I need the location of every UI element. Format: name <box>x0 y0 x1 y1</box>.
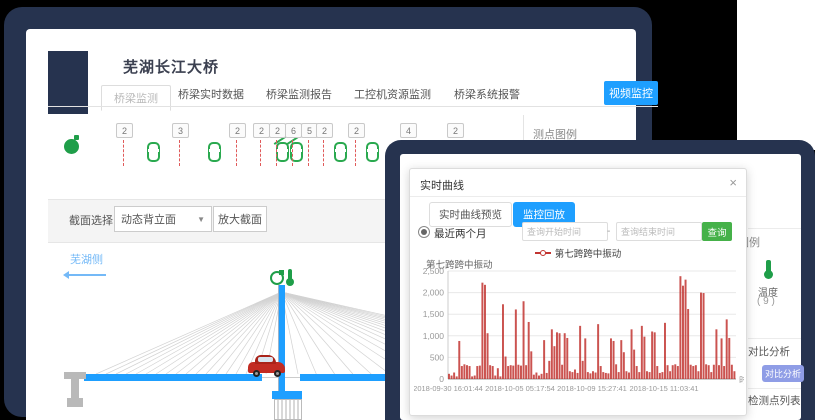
close-icon[interactable]: × <box>729 175 737 190</box>
sidebar-divider <box>748 388 801 389</box>
tower-base-cap <box>272 391 302 399</box>
sensor-dashed-line <box>123 140 124 166</box>
sensor-dashed-line <box>260 140 261 166</box>
tab-bridge-realtime-data[interactable]: 桥梁实时数据 <box>178 86 244 102</box>
link-sensor-icon <box>366 142 379 162</box>
enlarge-section-button[interactable]: 放大截面 <box>213 206 267 232</box>
compare-analysis-button[interactable]: 对比分析 <box>762 365 804 382</box>
query-end-time-input[interactable] <box>616 222 702 241</box>
car-wheel-front <box>274 370 281 377</box>
sensor-count-badge: 2 <box>348 123 365 138</box>
chevron-down-icon: ▼ <box>197 215 205 224</box>
sensor-count-badge: 2 <box>229 123 246 138</box>
sensor-dashed-line <box>355 140 356 166</box>
bridge-tower <box>278 285 285 399</box>
screenshot-stage: 芜湖长江大桥 桥梁监测 桥梁实时数据 桥梁监测报告 工控机资源监测 桥梁系统报警… <box>0 0 815 420</box>
sidebar-divider <box>748 228 801 229</box>
sensor-count-badge: 3 <box>172 123 189 138</box>
legend-label: 第七跨跨中振动 <box>555 246 622 260</box>
temperature-icon <box>766 260 771 273</box>
svg-text:1,000: 1,000 <box>423 331 445 341</box>
sensor-count-badge: 6 <box>285 123 302 138</box>
svg-text:2,000: 2,000 <box>423 288 445 298</box>
sensor-count-badge: 2 <box>269 123 286 138</box>
link-sensor-icon <box>147 142 160 162</box>
tab-bridge-system-alarm[interactable]: 桥梁系统报警 <box>454 86 520 102</box>
temperature-count: ( 9 ) <box>757 296 775 307</box>
last-two-months-label: 最近两个月 <box>434 226 487 241</box>
sensor-count-badge: 4 <box>400 123 417 138</box>
thermometer-sensor-icon <box>288 269 292 280</box>
frame-step <box>48 51 88 114</box>
detection-point-list-title: 检测点列表 <box>748 393 801 408</box>
sidebar-divider <box>748 338 801 339</box>
sensor-dashed-line <box>292 140 293 166</box>
tab-bridge-monitoring-report[interactable]: 桥梁监测报告 <box>266 86 332 102</box>
svg-text:时间: 时间 <box>739 375 744 385</box>
sensor-count-badge: 2 <box>316 123 333 138</box>
link-sensor-icon <box>208 142 221 162</box>
sensor-dashed-line <box>323 140 324 166</box>
page-title: 芜湖长江大桥 <box>123 56 219 77</box>
bridge-deck-left <box>84 374 262 381</box>
sensor-dashed-line <box>308 140 309 166</box>
section-dropdown[interactable]: 动态背立面 ▼ <box>114 206 212 232</box>
backdrop-white-block <box>737 0 815 150</box>
range-separator: - <box>607 226 610 237</box>
car-window <box>258 357 273 362</box>
last-two-months-radio[interactable] <box>418 226 430 238</box>
svg-text:2018-10-09 15:27:41: 2018-10-09 15:27:41 <box>557 384 627 393</box>
dialog-title: 实时曲线 <box>420 177 464 193</box>
svg-text:2018-10-15 11:03:41: 2018-10-15 11:03:41 <box>629 384 698 393</box>
gps-sensor-icon <box>270 271 284 285</box>
car-wheel-rear <box>253 370 260 377</box>
realtime-curve-dialog: 实时曲线 × 实时曲线预览 监控回放 最近两个月 - 查询 第七跨跨中振动 第七… <box>409 168 747 416</box>
dialog-header: 实时曲线 × <box>410 169 746 197</box>
svg-text:500: 500 <box>430 352 444 362</box>
tower-foundation <box>274 399 302 420</box>
bridge-left-pier <box>64 372 86 379</box>
svg-text:0: 0 <box>439 374 444 384</box>
video-monitoring-button[interactable]: 视频监控 <box>604 81 658 105</box>
vibration-chart: 0 500 1,000 1,500 2,000 2,500 2018-09-30 16:01… <box>414 267 744 407</box>
query-start-time-input[interactable] <box>522 222 608 241</box>
svg-text:2018-09-30 16:01:44: 2018-09-30 16:01:44 <box>414 384 483 393</box>
section-dropdown-value: 动态背立面 <box>121 211 176 227</box>
sensor-count-badge: 2 <box>116 123 133 138</box>
tabs-divider <box>48 106 658 107</box>
svg-text:2,500: 2,500 <box>423 267 445 276</box>
weight-sensor-icon <box>64 139 79 154</box>
tab-ipc-resource-monitoring[interactable]: 工控机资源监测 <box>354 86 431 102</box>
link-sensor-icon <box>334 142 347 162</box>
sensor-dashed-line <box>236 140 237 166</box>
tab-bridge-monitoring[interactable]: 桥梁监测 <box>101 85 171 111</box>
sensor-count-badge: 2 <box>253 123 270 138</box>
query-button[interactable]: 查询 <box>702 222 732 241</box>
sensor-dashed-line <box>276 140 277 166</box>
sensor-count-badge: 2 <box>447 123 464 138</box>
compare-analysis-title: 对比分析 <box>748 344 790 359</box>
legend-marker-icon <box>535 252 551 254</box>
svg-text:1,500: 1,500 <box>423 309 445 319</box>
sensor-dashed-line <box>179 140 180 166</box>
svg-text:2018-10-05 05:17:54: 2018-10-05 05:17:54 <box>485 384 555 393</box>
tab-realtime-curve-preview[interactable]: 实时曲线预览 <box>429 202 512 227</box>
